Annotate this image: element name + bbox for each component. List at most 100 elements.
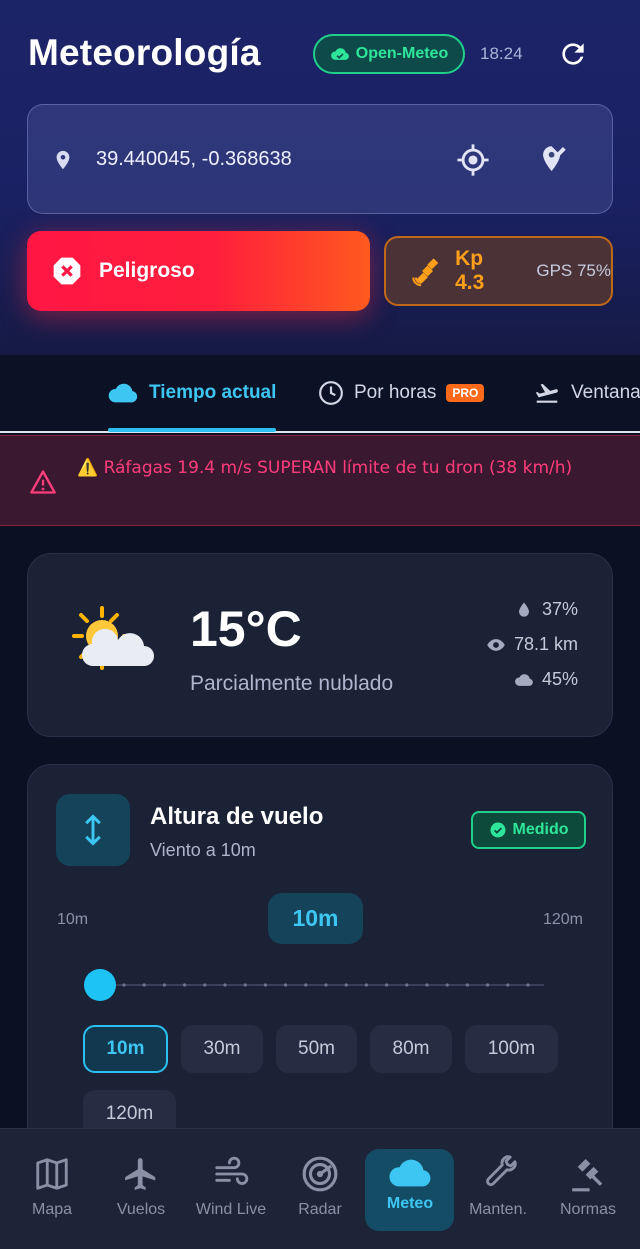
takeoff-icon: [535, 383, 558, 403]
weather-condition: Parcialmente nublado: [190, 672, 394, 695]
wind-alert-banner: ⚠️ Ráfagas 19.4 m/s SUPERAN límite de tu…: [0, 435, 640, 526]
pin-edit-icon[interactable]: [536, 142, 570, 176]
slider-tick: [284, 983, 288, 987]
height-icon-box: [56, 794, 130, 866]
slider-tick: [344, 983, 348, 987]
slider-tick: [142, 983, 146, 987]
slider-tick: [425, 983, 429, 987]
cloud-icon: [515, 673, 533, 686]
slider-tick: [465, 983, 469, 987]
height-option-10m[interactable]: 10m: [83, 1025, 168, 1073]
height-slider[interactable]: [84, 969, 548, 1001]
height-option-label: 100m: [487, 1038, 536, 1059]
measured-label: Medido: [512, 821, 569, 838]
height-option-label: 30m: [203, 1038, 241, 1059]
temperature: 15°C: [190, 601, 302, 657]
nav-label: Wind Live: [195, 1201, 267, 1218]
cloud-icon: [389, 1159, 431, 1187]
slider-tick: [526, 983, 530, 987]
gavel-icon: [572, 1158, 603, 1192]
height-option-label: 80m: [392, 1038, 430, 1059]
current-height-value: 10m: [268, 893, 363, 944]
nav-item-map[interactable]: Mapa: [22, 1129, 82, 1249]
slider-tick: [203, 983, 207, 987]
range-max-label: 120m: [542, 911, 583, 928]
height-subtitle: Viento a 10m: [150, 840, 256, 860]
refresh-icon[interactable]: [557, 38, 589, 70]
tab-label: Ventana: [571, 382, 640, 403]
wind-icon: [215, 1156, 249, 1185]
flight-height-card: Altura de vuelo Viento a 10m Medido 10m …: [27, 764, 613, 1164]
slider-tick: [445, 983, 449, 987]
gps-percent: GPS 75%: [536, 261, 611, 280]
slider-tick: [486, 983, 490, 987]
height-option-30m[interactable]: 30m: [181, 1025, 263, 1073]
nav-item-rules[interactable]: Normas: [554, 1129, 622, 1249]
height-option-100m[interactable]: 100m: [465, 1025, 558, 1073]
bottom-navigation: Mapa Vuelos Wind Live Radar Meteo Manten…: [0, 1128, 640, 1249]
height-option-label: 120m: [105, 1103, 154, 1124]
slider-tick: [304, 983, 308, 987]
nav-label: Manten.: [469, 1201, 527, 1218]
measured-badge: Medido: [471, 811, 586, 849]
cloud-cover-value: 45%: [541, 669, 578, 689]
slider-tick: [162, 983, 166, 987]
range-min-label: 10m: [57, 911, 89, 928]
slider-tick: [183, 983, 187, 987]
nav-item-meteo[interactable]: Meteo: [375, 1129, 445, 1249]
clock-icon: [319, 381, 343, 405]
nav-item-radar[interactable]: Radar: [292, 1129, 348, 1249]
height-option-50m[interactable]: 50m: [276, 1025, 357, 1073]
nav-label: Radar: [298, 1201, 342, 1218]
tab-bar: Tiempo actual Por horas PRO Ventana: [0, 355, 640, 433]
cloud-icon: [108, 383, 138, 403]
airplane-icon: [125, 1158, 156, 1190]
humidity-value: 37%: [541, 599, 578, 619]
wrench-icon: [486, 1155, 517, 1187]
height-option-80m[interactable]: 80m: [370, 1025, 452, 1073]
pro-badge: PRO: [446, 384, 485, 402]
slider-tick: [243, 983, 247, 987]
coordinates-text: 39.440045, -0.368638: [96, 148, 292, 170]
page-title: Meteorología: [28, 32, 261, 73]
header: Meteorología Open-Meteo 18:24 39.440045,…: [0, 0, 640, 355]
eye-icon: [487, 638, 505, 651]
danger-status-button[interactable]: Peligroso: [27, 231, 370, 311]
nav-item-maintenance[interactable]: Manten.: [464, 1129, 532, 1249]
source-badge-label: Open-Meteo: [355, 45, 449, 62]
nav-item-flights[interactable]: Vuelos: [110, 1129, 172, 1249]
vertical-arrows-icon: [85, 814, 101, 846]
slider-tick: [385, 983, 389, 987]
tab-window[interactable]: Ventana: [533, 355, 640, 431]
slider-tick: [405, 983, 409, 987]
danger-status-label: Peligroso: [99, 259, 195, 282]
height-title: Altura de vuelo: [150, 803, 324, 830]
tab-active-indicator: [108, 428, 276, 432]
visibility-stat: 78.1 km: [486, 634, 578, 655]
tab-hourly[interactable]: Por horas PRO: [318, 355, 485, 431]
cloud-cover-stat: 45%: [514, 669, 578, 690]
partly-cloudy-icon: [72, 606, 154, 670]
slider-tick: [506, 983, 510, 987]
location-field[interactable]: 39.440045, -0.368638: [27, 104, 613, 214]
tab-label: Por horas: [354, 382, 437, 403]
slider-tick: [263, 983, 267, 987]
slider-tick: [324, 983, 328, 987]
height-option-label: 50m: [298, 1038, 335, 1059]
slider-tick: [122, 983, 126, 987]
kp-index-card[interactable]: Kp 4.3 GPS 75%: [384, 236, 613, 306]
slider-thumb[interactable]: [84, 969, 116, 1001]
slider-tick: [223, 983, 227, 987]
nav-item-wind-live[interactable]: Wind Live: [190, 1129, 272, 1249]
nav-label: Vuelos: [116, 1201, 166, 1218]
height-option-label: 10m: [106, 1038, 145, 1059]
time-label: 18:24: [480, 44, 523, 63]
humidity-stat: 37%: [514, 599, 578, 620]
radar-icon: [302, 1156, 338, 1192]
source-badge[interactable]: Open-Meteo: [313, 34, 465, 74]
gps-target-icon[interactable]: [456, 143, 490, 177]
nav-label: Normas: [559, 1201, 616, 1218]
location-pin-icon: [56, 150, 70, 170]
nav-label: Meteo: [386, 1195, 434, 1212]
tab-current-weather[interactable]: Tiempo actual: [107, 355, 276, 431]
